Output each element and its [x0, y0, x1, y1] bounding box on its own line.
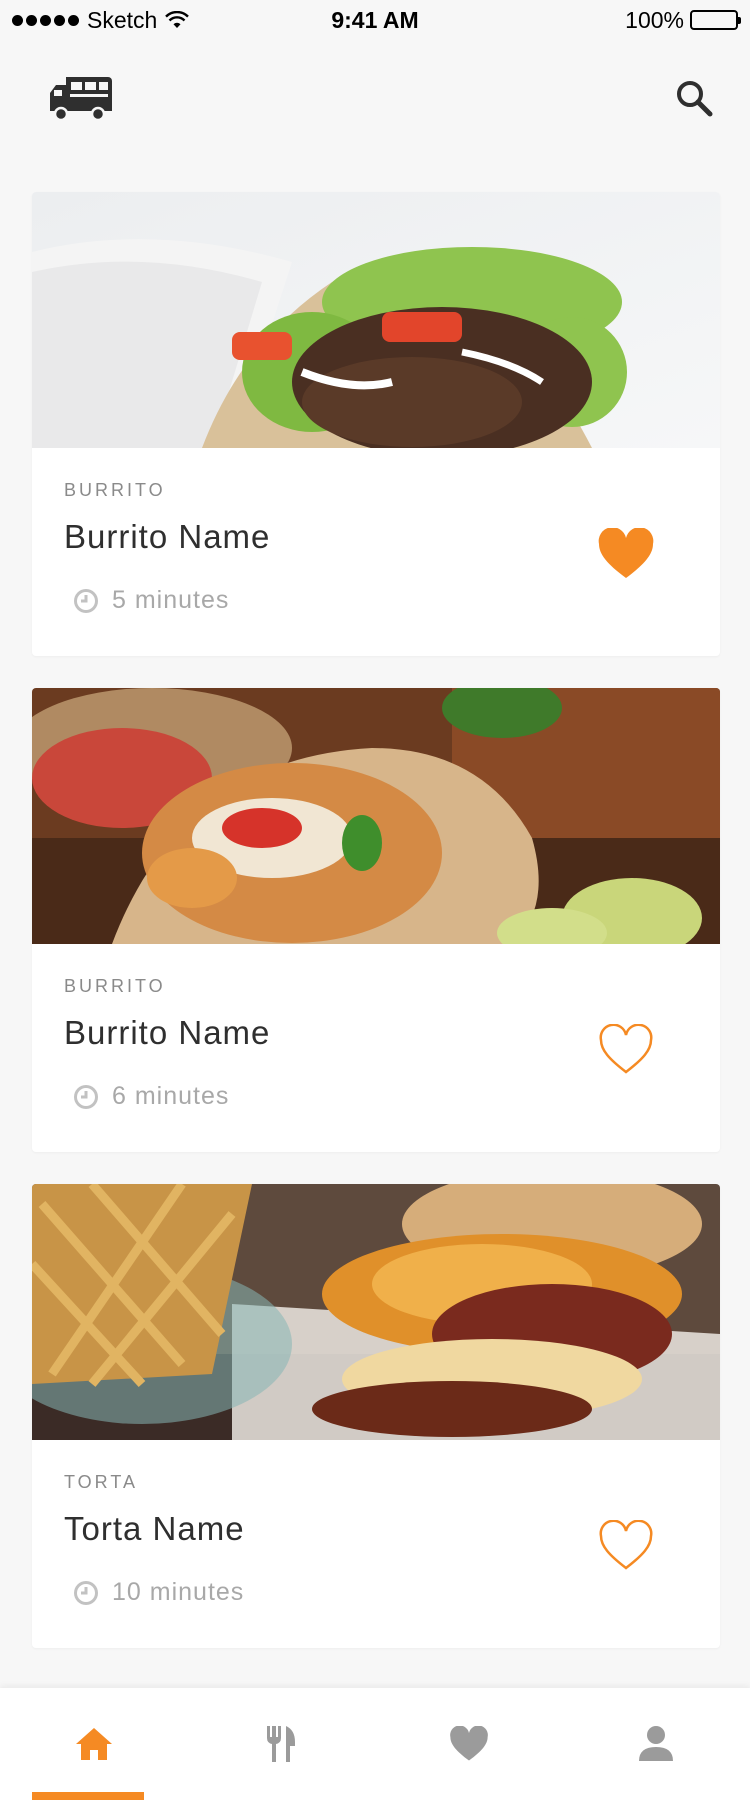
status-bar: Sketch 9:41 AM 100% [0, 0, 750, 40]
user-icon [639, 1726, 674, 1761]
heart-filled-icon[interactable] [597, 528, 655, 580]
prep-time-label: 10 minutes [112, 1578, 245, 1606]
battery-icon [690, 10, 741, 30]
carrier-name: Sketch [87, 6, 158, 33]
food-photo [32, 1184, 720, 1440]
card-category: BURRITO [64, 480, 166, 500]
prep-time-label: 5 minutes [112, 586, 230, 614]
heart-outline-icon[interactable] [597, 1024, 655, 1076]
wifi-icon [165, 11, 190, 28]
home-icon [75, 1728, 112, 1760]
tab-favorites[interactable] [375, 1688, 563, 1800]
prep-time: 10 minutes [72, 1578, 244, 1607]
card-category: TORTA [64, 1472, 139, 1492]
card-category: BURRITO [64, 976, 166, 996]
recipe-card[interactable]: TORTA Torta Name 10 minutes [32, 1184, 720, 1648]
recipe-card[interactable]: BURRITO Burrito Name 6 minutes [32, 688, 720, 1152]
heart-outline-icon[interactable] [597, 1520, 655, 1572]
clock-icon [74, 1084, 98, 1109]
signal-icon [12, 14, 79, 26]
food-photo [32, 192, 720, 448]
tab-bar [0, 1688, 750, 1800]
app-header [0, 60, 750, 140]
card-body: BURRITO Burrito Name 5 minutes [32, 448, 720, 656]
tab-profile[interactable] [563, 1688, 750, 1800]
fork-knife-icon [267, 1726, 296, 1762]
food-truck-icon[interactable] [46, 73, 116, 123]
tab-home[interactable] [0, 1688, 188, 1800]
search-icon[interactable] [672, 76, 718, 122]
clock-icon [74, 1580, 98, 1605]
tab-recipes[interactable] [188, 1688, 376, 1800]
prep-time: 6 minutes [72, 1082, 229, 1111]
card-title: Torta Name [64, 1510, 245, 1547]
recipe-card[interactable]: BURRITO Burrito Name 5 minutes [32, 192, 720, 656]
card-title: Burrito Name [64, 1014, 271, 1051]
card-body: BURRITO Burrito Name 6 minutes [32, 944, 720, 1152]
clock-icon [74, 588, 98, 613]
recipe-feed: BURRITO Burrito Name 5 minutes BURRITO B… [32, 192, 720, 1680]
carrier-group: Sketch [12, 6, 190, 34]
battery-percent: 100% [625, 6, 684, 33]
card-body: TORTA Torta Name 10 minutes [32, 1440, 720, 1648]
active-tab-indicator [32, 1792, 144, 1800]
food-photo [32, 688, 720, 944]
battery-group: 100% [625, 6, 741, 34]
prep-time-label: 6 minutes [112, 1082, 230, 1110]
prep-time: 5 minutes [72, 586, 229, 615]
card-title: Burrito Name [64, 518, 271, 555]
heart-icon [449, 1726, 488, 1761]
